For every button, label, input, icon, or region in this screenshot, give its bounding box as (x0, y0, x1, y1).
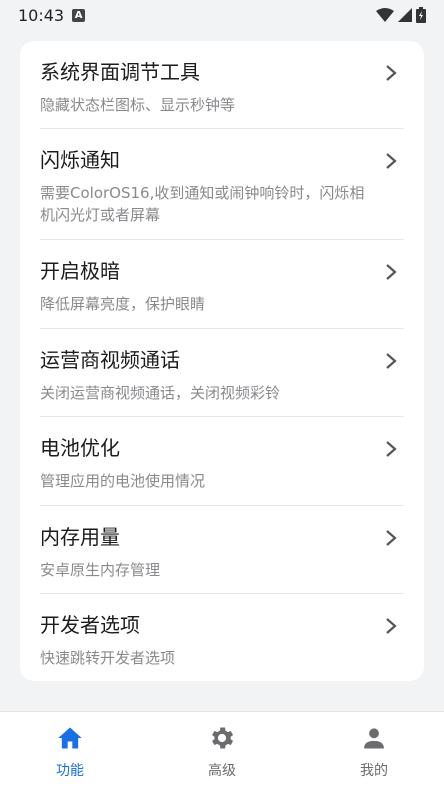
menu-item-title: 电池优化 (40, 436, 120, 461)
menu-item-desc: 降低屏幕亮度，保护眼睛 (40, 295, 206, 314)
status-time: 10:43 (18, 5, 65, 25)
bottom-navigation: 功能 高级 我的 (0, 711, 444, 791)
menu-item-desc: 管理应用的电池使用情况 (40, 472, 206, 491)
menu-item-extra-dim[interactable]: 开启极暗 降低屏幕亮度，保护眼睛 (20, 240, 424, 329)
chevron-right-icon (386, 264, 397, 281)
menu-item-title: 闪烁通知 (40, 148, 120, 173)
menu-item-desc: 快速跳转开发者选项 (40, 648, 176, 667)
settings-card: 系统界面调节工具 隐藏状态栏图标、显示秒钟等 闪烁通知 需要ColorOS16,… (20, 41, 424, 681)
chevron-right-icon (386, 153, 397, 170)
gear-icon (212, 727, 234, 749)
chevron-right-icon (386, 618, 397, 634)
cellular-signal-icon (398, 8, 412, 22)
notification-icon: A (72, 8, 86, 22)
nav-tab-features[interactable]: 功能 (20, 712, 120, 791)
nav-tab-mine[interactable]: 我的 (324, 712, 424, 791)
menu-item-desc: 安卓原生内存管理 (40, 560, 161, 579)
menu-item-carrier-video-call[interactable]: 运营商视频通话 关闭运营商视频通话，关闭视频彩铃 (20, 329, 424, 418)
menu-item-title: 开启极暗 (40, 259, 120, 284)
nav-label: 高级 (208, 763, 236, 779)
menu-item-title: 开发者选项 (40, 612, 140, 637)
status-bar: 10:43 A (0, 0, 444, 30)
chevron-right-icon (386, 352, 397, 369)
home-icon (58, 727, 82, 749)
chevron-right-icon (386, 65, 397, 81)
menu-item-title: 系统界面调节工具 (40, 60, 200, 84)
menu-item-desc: 需要ColorOS16,收到通知或闹钟响铃时，闪烁相机闪光灯或者屏幕 (40, 184, 365, 225)
menu-item-title: 内存用量 (40, 524, 120, 549)
nav-label: 我的 (360, 763, 388, 779)
menu-item-flash-notification[interactable]: 闪烁通知 需要ColorOS16,收到通知或闹钟响铃时，闪烁相机闪光灯或者屏幕 (20, 129, 424, 241)
menu-item-title: 运营商视频通话 (40, 347, 180, 372)
wifi-icon (376, 8, 394, 22)
menu-item-system-ui-tuner[interactable]: 系统界面调节工具 隐藏状态栏图标、显示秒钟等 (20, 41, 424, 130)
menu-item-desc: 关闭运营商视频通话，关闭视频彩铃 (40, 383, 281, 402)
battery-icon (416, 7, 426, 23)
menu-item-memory-usage[interactable]: 内存用量 安卓原生内存管理 (20, 506, 424, 594)
nav-label: 功能 (56, 763, 84, 779)
chevron-right-icon (386, 441, 397, 457)
menu-item-desc: 隐藏状态栏图标、显示秒钟等 (40, 96, 236, 114)
menu-item-developer-options[interactable]: 开发者选项 快速跳转开发者选项 (20, 594, 424, 681)
menu-item-battery-optimization[interactable]: 电池优化 管理应用的电池使用情况 (20, 417, 424, 506)
chevron-right-icon (386, 529, 397, 546)
person-icon (364, 728, 384, 749)
nav-tab-advanced[interactable]: 高级 (172, 712, 272, 791)
